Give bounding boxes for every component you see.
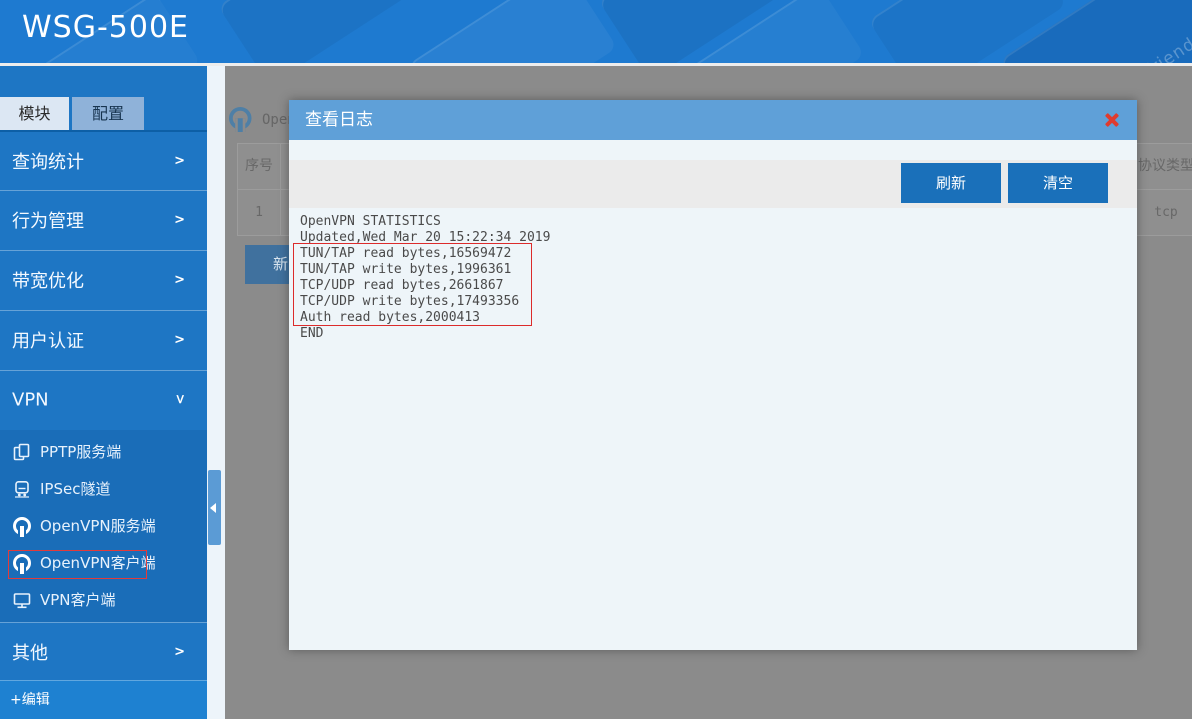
keyboard-pattern-text: friends — [1142, 29, 1192, 63]
app-header: friends WSG-500E — [0, 0, 1192, 63]
openvpn-icon — [13, 554, 31, 572]
modal-header: 查看日志 — [289, 100, 1137, 140]
sidebar-item-label: 行为管理 — [12, 207, 84, 233]
table-header-index: 序号 — [237, 143, 281, 190]
sidebar-item-label: 用户认证 — [12, 327, 84, 353]
sidebar-item-label: OpenVPN客户端 — [40, 552, 156, 573]
sidebar-item-label: 带宽优化 — [12, 267, 84, 293]
log-line: TUN/TAP write bytes,1996361 — [300, 262, 1120, 278]
log-line: Updated,Wed Mar 20 15:22:34 2019 — [300, 230, 1120, 246]
chevron-right-icon — [174, 273, 185, 288]
sidebar-item-behavior-mgmt[interactable]: 行为管理 — [0, 190, 207, 249]
brand-title: WSG-500E — [22, 10, 189, 45]
sidebar-item-other[interactable]: 其他 — [0, 622, 207, 680]
log-line: TCP/UDP read bytes,2661867 — [300, 278, 1120, 294]
ipsec-tunnel-icon — [13, 480, 31, 498]
sidebar-item-label: OpenVPN服务端 — [40, 515, 156, 536]
sidebar-item-pptp-server[interactable]: PPTP服务端 — [0, 433, 207, 470]
chevron-right-icon — [174, 333, 185, 348]
sidebar-item-vpn-client[interactable]: VPN客户端 — [0, 581, 207, 618]
log-line: END — [300, 326, 1120, 342]
tab-modules[interactable]: 模块 — [0, 97, 69, 130]
sidebar-item-query-stats[interactable]: 查询统计 — [0, 131, 207, 190]
sidebar-gutter — [207, 66, 225, 719]
chevron-down-icon — [172, 394, 187, 405]
table-cell-index: 1 — [237, 189, 281, 236]
view-log-modal: 查看日志 刷新 清空 OpenVPN STATISTICS Updated,We… — [289, 100, 1137, 650]
sidebar-item-user-auth[interactable]: 用户认证 — [0, 310, 207, 369]
monitor-icon — [13, 591, 31, 609]
log-line: Auth read bytes,2000413 — [300, 310, 1120, 326]
modal-title: 查看日志 — [305, 100, 373, 140]
table-header-protocol: 协议类型 — [1136, 143, 1192, 190]
chevron-right-icon — [174, 213, 185, 228]
sidebar-item-label: 其他 — [12, 639, 48, 665]
keyboard-pattern — [408, 0, 618, 63]
add-button[interactable]: 新 — [245, 245, 290, 284]
sidebar-item-openvpn-client[interactable]: OpenVPN客户端 — [0, 544, 207, 581]
sidebar-item-label: VPN — [12, 390, 49, 411]
sidebar-item-label: 查询统计 — [12, 148, 84, 174]
log-line: OpenVPN STATISTICS — [300, 214, 1120, 230]
log-line: TUN/TAP read bytes,16569472 — [300, 246, 1120, 262]
log-output: OpenVPN STATISTICS Updated,Wed Mar 20 15… — [300, 214, 1120, 342]
sidebar-item-label: PPTP服务端 — [40, 441, 121, 462]
sidebar-item-openvpn-server[interactable]: OpenVPN服务端 — [0, 507, 207, 544]
sidebar-collapse-handle[interactable] — [208, 470, 221, 545]
clear-button[interactable]: 清空 — [1008, 163, 1108, 203]
keyboard-pattern — [218, 0, 412, 63]
sidebar-item-label: IPSec隧道 — [40, 478, 110, 499]
app-window: friends WSG-500E 模块 配置 查询统计 行为管理 带宽优化 用户… — [0, 0, 1192, 719]
modal-toolbar: 刷新 清空 — [289, 160, 1137, 208]
log-line: TCP/UDP write bytes,17493356 — [300, 294, 1120, 310]
sidebar-edit-button[interactable]: +编辑 — [0, 680, 207, 719]
sidebar-item-ipsec-tunnel[interactable]: IPSec隧道 — [0, 470, 207, 507]
sidebar: 模块 配置 查询统计 行为管理 带宽优化 用户认证 VPN — [0, 66, 207, 719]
pptp-server-icon — [13, 443, 31, 461]
openvpn-icon — [229, 107, 252, 130]
openvpn-icon — [13, 517, 31, 535]
refresh-button[interactable]: 刷新 — [901, 163, 1001, 203]
chevron-left-icon — [210, 503, 216, 513]
sidebar-item-label: VPN客户端 — [40, 589, 116, 610]
sidebar-item-vpn[interactable]: VPN — [0, 370, 207, 429]
chevron-right-icon — [174, 644, 185, 659]
sidebar-item-bandwidth[interactable]: 带宽优化 — [0, 250, 207, 309]
chevron-right-icon — [174, 153, 185, 168]
table-cell-protocol: tcp — [1136, 189, 1192, 236]
close-icon[interactable] — [1104, 112, 1120, 128]
tab-config[interactable]: 配置 — [72, 97, 144, 130]
vpn-submenu: PPTP服务端 IPSec隧道 OpenVPN服务端 OpenVPN客户端 — [0, 430, 207, 622]
